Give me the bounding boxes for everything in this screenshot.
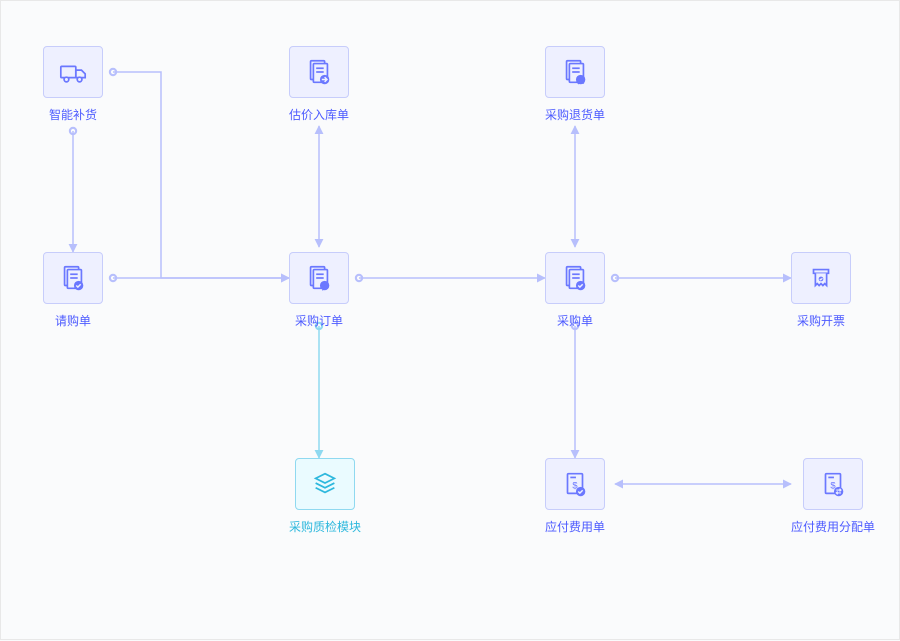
svg-text:订: 订 [322,282,328,290]
doc-money-icon: $ [545,458,605,510]
node-label: 采购质检模块 [289,518,361,535]
node-valuation-inbound[interactable]: 估价入库单 [289,46,349,123]
doc-tag-icon: 订 [289,252,349,304]
node-purchase-doc[interactable]: 采购单 [545,252,605,329]
node-label: 应付费用分配单 [791,518,875,535]
node-purchase-order[interactable]: 订 采购订单 [289,252,349,329]
truck-icon [43,46,103,98]
node-label: 采购退货单 [545,106,605,123]
doc-return-icon: 退 [545,46,605,98]
node-qc-module[interactable]: 采购质检模块 [289,458,361,535]
invoice-icon [791,252,851,304]
node-label: 采购开票 [797,312,845,329]
node-label: 估价入库单 [289,106,349,123]
node-purchase-invoice[interactable]: 采购开票 [791,252,851,329]
node-label: 采购订单 [295,312,343,329]
doc-arrow-icon [289,46,349,98]
node-smart-replenish[interactable]: 智能补货 [43,46,103,123]
node-label: 采购单 [557,312,593,329]
node-label: 请购单 [55,312,91,329]
doc-money-swap-icon: $ [803,458,863,510]
node-label: 应付费用单 [545,518,605,535]
stack-icon [295,458,355,510]
node-purchase-return[interactable]: 退 采购退货单 [545,46,605,123]
node-payable[interactable]: $ 应付费用单 [545,458,605,535]
node-label: 智能补货 [49,106,97,123]
svg-text:退: 退 [578,76,584,84]
doc-check-icon [43,252,103,304]
node-payable-alloc[interactable]: $ 应付费用分配单 [791,458,875,535]
doc-check-icon [545,252,605,304]
connector-lines [1,1,900,641]
node-purchase-request[interactable]: 请购单 [43,252,103,329]
